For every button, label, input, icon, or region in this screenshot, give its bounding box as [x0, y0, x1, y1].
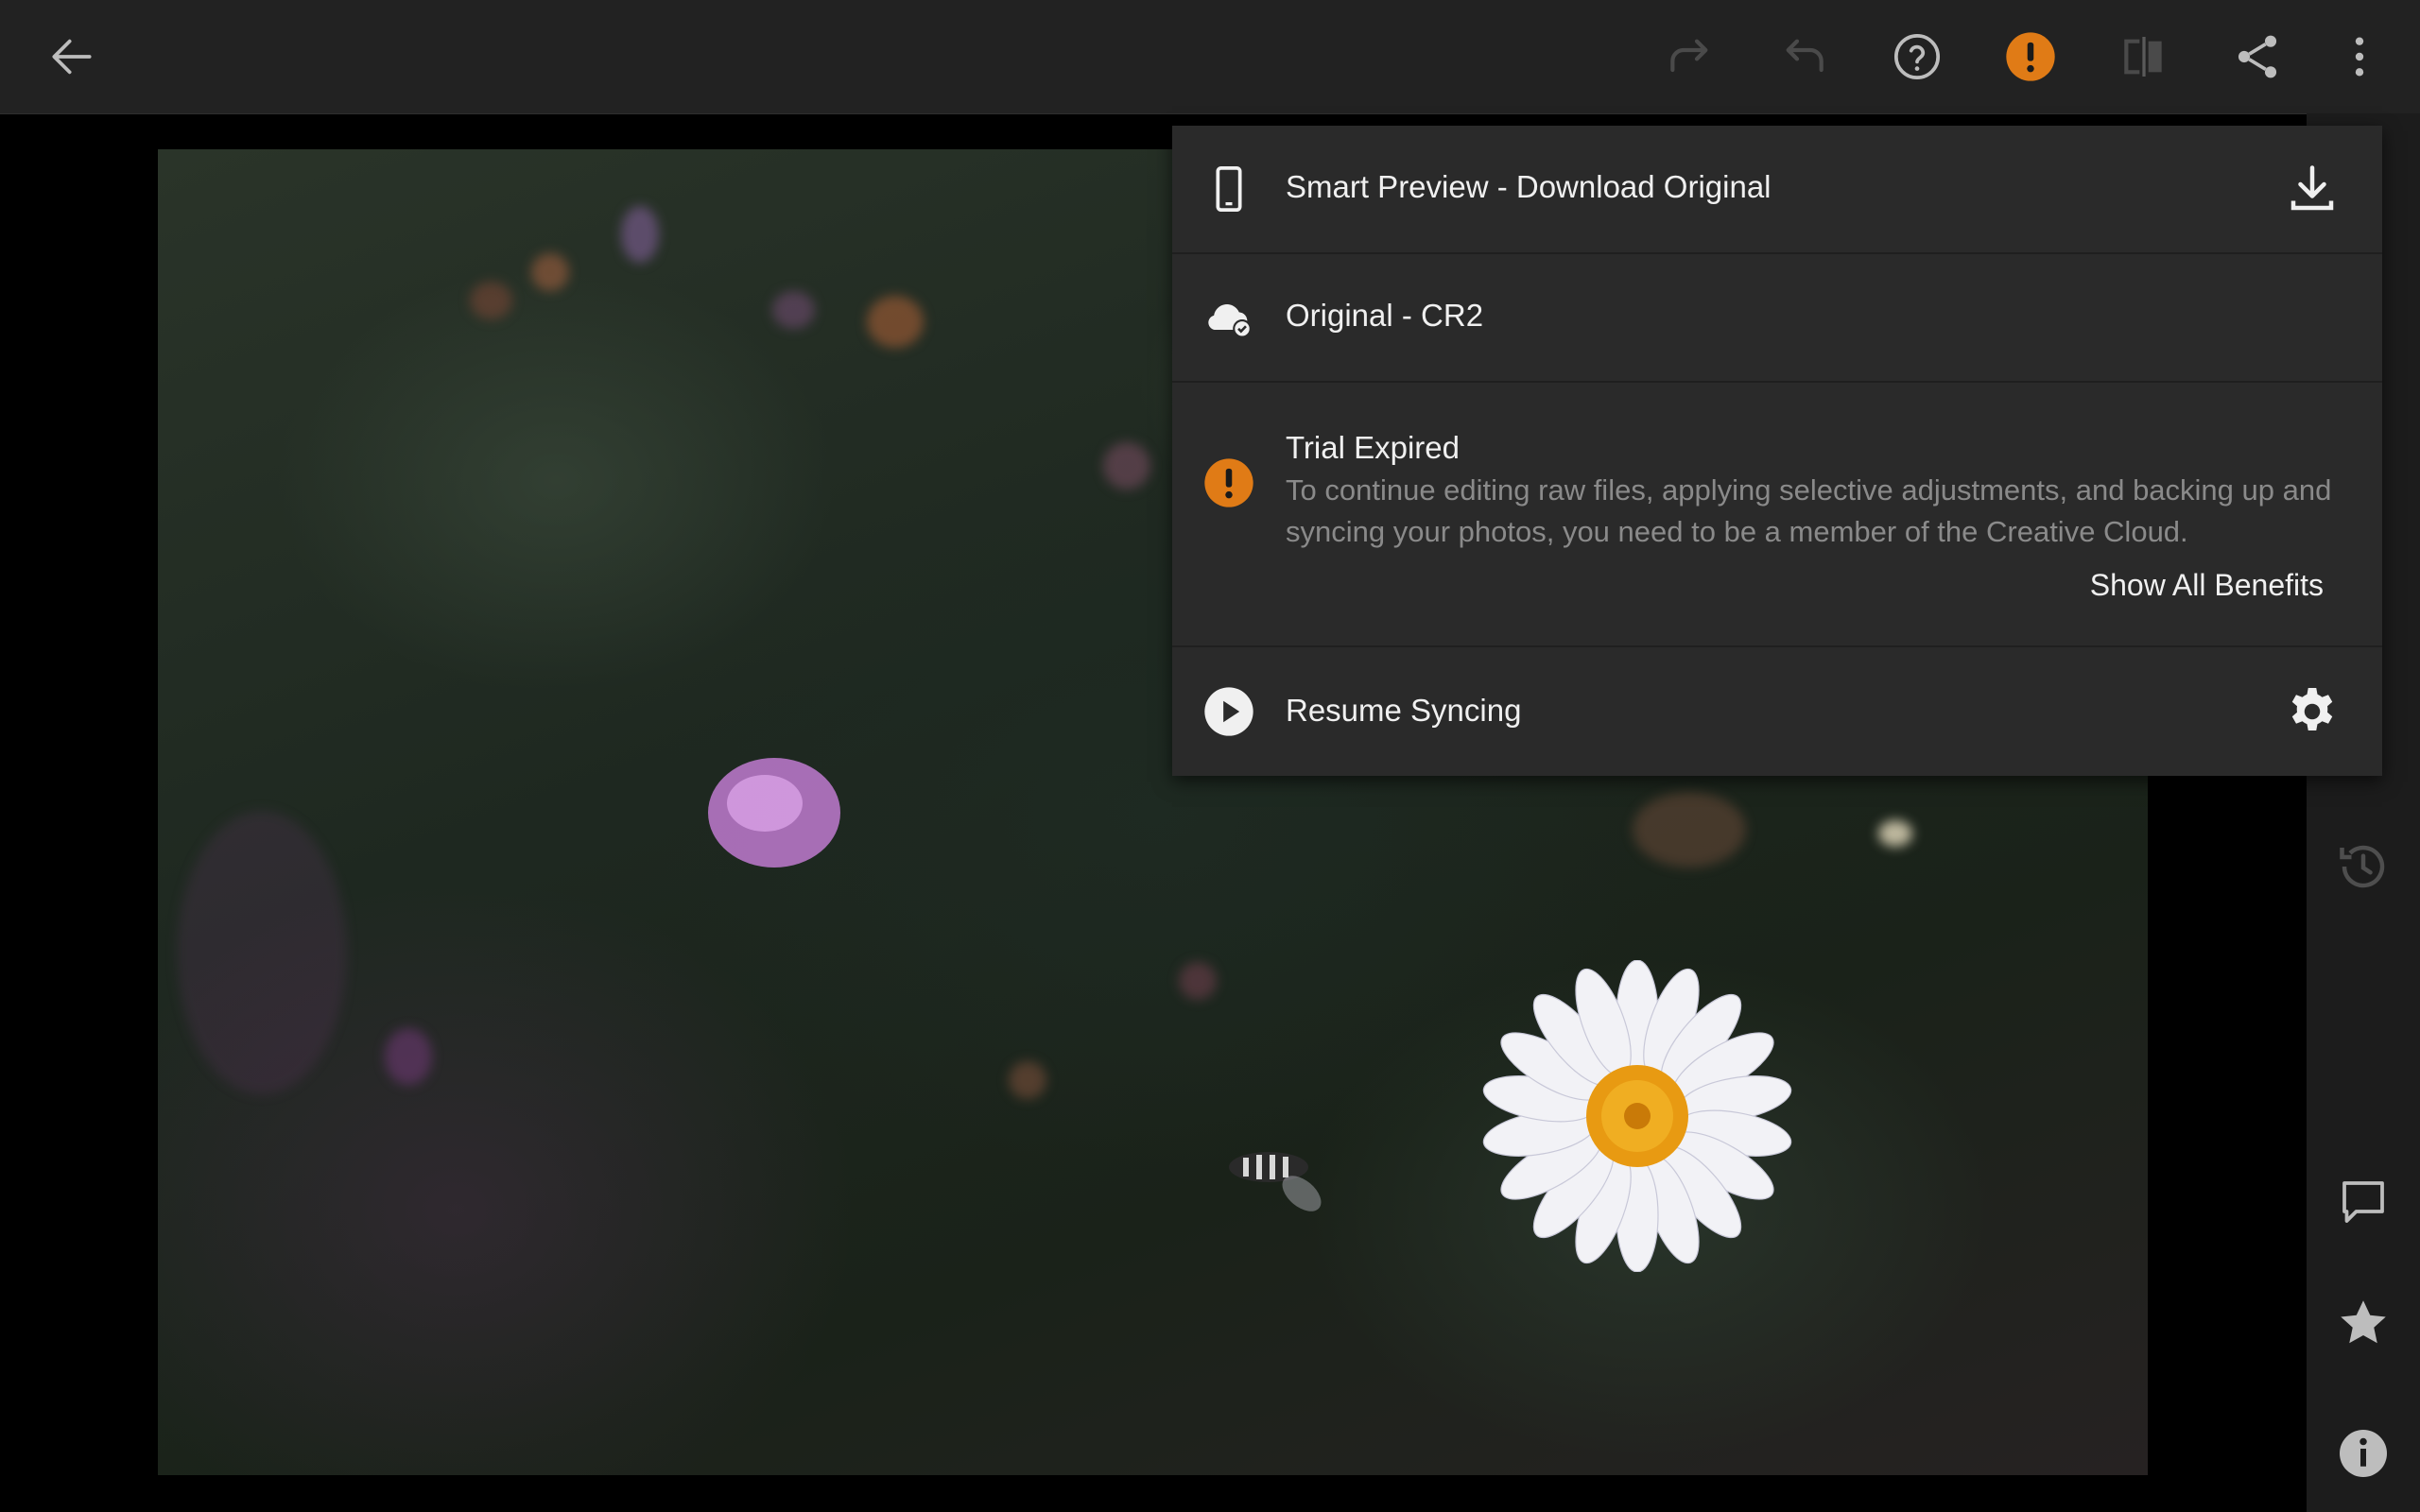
- alert-icon: [1204, 458, 1253, 507]
- bokeh: [1633, 792, 1746, 868]
- bokeh: [470, 282, 512, 319]
- app-root: Smart Preview - Download Original Origin…: [0, 0, 2420, 1512]
- more-vertical-icon: [2355, 37, 2364, 77]
- original-row: Original - CR2: [1172, 254, 2382, 383]
- trial-description: To continue editing raw files, applying …: [1286, 473, 2332, 548]
- share-button[interactable]: [2223, 23, 2291, 91]
- undo-icon: [1786, 39, 1824, 73]
- info-button[interactable]: [2333, 1423, 2394, 1484]
- bokeh: [177, 811, 347, 1094]
- back-arrow-icon: [52, 39, 92, 75]
- bokeh: [867, 296, 924, 348]
- rating-button[interactable]: [2333, 1293, 2394, 1353]
- sync-status-panel: Smart Preview - Download Original Origin…: [1172, 126, 2382, 776]
- show-all-benefits-link[interactable]: Show All Benefits: [2090, 568, 2324, 603]
- trial-title: Trial Expired: [1286, 430, 1460, 465]
- info-icon: [2340, 1430, 2387, 1477]
- resume-syncing-row[interactable]: Resume Syncing: [1172, 647, 2382, 776]
- resume-syncing-label: Resume Syncing: [1286, 693, 1522, 728]
- pink-flower-photo: [708, 758, 840, 868]
- row-icon: [1202, 685, 1255, 738]
- help-button[interactable]: [1883, 23, 1951, 91]
- history-icon: [2340, 845, 2385, 888]
- share-icon: [2238, 35, 2277, 78]
- gear-icon: [2291, 688, 2333, 730]
- bokeh: [772, 291, 815, 329]
- compare-icon: [2124, 37, 2162, 77]
- star-icon: [2341, 1300, 2386, 1344]
- compare-button[interactable]: [2110, 23, 2178, 91]
- bokeh: [1103, 442, 1150, 490]
- help-icon: [1893, 33, 1941, 80]
- row-icon: [1202, 456, 1255, 509]
- alert-icon: [2006, 32, 2055, 81]
- more-menu-button[interactable]: [2325, 23, 2394, 91]
- redo-button[interactable]: [1656, 23, 1724, 91]
- bokeh: [531, 253, 569, 291]
- comments-button[interactable]: [2333, 1172, 2394, 1232]
- bokeh: [1878, 820, 1912, 847]
- undo-button[interactable]: [1770, 23, 1838, 91]
- comment-icon: [2342, 1181, 2384, 1223]
- download-original-button[interactable]: [2284, 161, 2341, 217]
- cloud-check-icon: [1208, 304, 1252, 338]
- top-toolbar: [0, 0, 2420, 114]
- row-icon: [1202, 163, 1255, 215]
- download-icon: [2290, 165, 2334, 211]
- row-icon: [1202, 290, 1255, 343]
- trial-expired-row: Trial Expired To continue editing raw fi…: [1172, 383, 2382, 647]
- back-button[interactable]: [38, 23, 106, 91]
- bokeh: [621, 206, 659, 263]
- sync-settings-button[interactable]: [2284, 683, 2341, 740]
- redo-icon: [1670, 39, 1708, 73]
- smart-preview-label: Smart Preview - Download Original: [1286, 169, 1772, 204]
- bokeh: [1009, 1061, 1046, 1099]
- play-icon: [1204, 687, 1253, 736]
- bee-photo: [1229, 1152, 1322, 1211]
- history-button[interactable]: [2333, 836, 2394, 897]
- daisy-photo: [1482, 960, 1792, 1272]
- bokeh: [385, 1028, 432, 1085]
- bokeh: [1179, 962, 1217, 1000]
- smart-preview-row[interactable]: Smart Preview - Download Original: [1172, 126, 2382, 254]
- phone-icon: [1216, 165, 1242, 213]
- alert-button[interactable]: [1996, 23, 2065, 91]
- original-label: Original - CR2: [1286, 298, 1484, 333]
